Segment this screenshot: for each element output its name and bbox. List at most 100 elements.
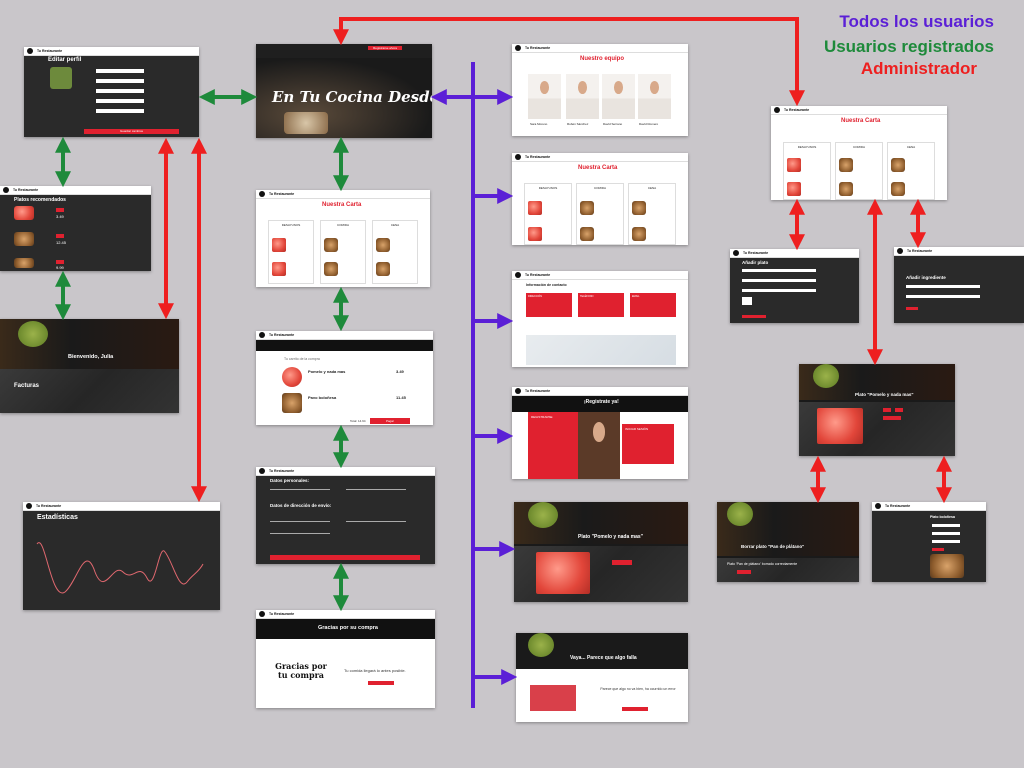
screen-thanks: Tu Restaurante Gracias por su compra Gra… xyxy=(256,610,435,708)
profile-field[interactable] xyxy=(96,109,144,113)
menu-column-title: CENA xyxy=(390,223,400,227)
cart-header: Tu carrito de la compra xyxy=(284,357,320,361)
brand-name: Tu Restaurante xyxy=(269,469,295,473)
face-icon xyxy=(539,80,550,95)
register-title: ¡Registrate ya! xyxy=(584,399,619,405)
screen-edit-profile: Tu Restaurante Editar perfil Guardar cam… xyxy=(24,47,199,137)
contact-address-box: DIRECCIÓN xyxy=(526,293,572,317)
profile-field[interactable] xyxy=(96,89,144,93)
guacamole-image xyxy=(18,321,48,347)
dish-image xyxy=(891,182,905,196)
team-member-name: David Serrano xyxy=(603,122,623,126)
delete-dish-message: Plato 'Pan de plátano' borrado correctam… xyxy=(727,562,798,566)
delete-dish-button[interactable] xyxy=(895,408,903,412)
input-line[interactable] xyxy=(346,489,406,490)
chef-photo xyxy=(578,412,620,479)
face-icon xyxy=(592,422,606,443)
dish-field[interactable] xyxy=(932,524,960,527)
team-photo xyxy=(638,74,671,119)
dish-image xyxy=(839,158,853,172)
add-ingredient-title: Añadir ingrediente xyxy=(906,275,946,280)
thanks-art: Gracias por tu compra xyxy=(275,661,327,680)
price: 12.45 xyxy=(56,240,67,245)
confirm-button[interactable] xyxy=(270,555,420,560)
input-line[interactable] xyxy=(270,533,330,534)
back-home-button[interactable] xyxy=(622,707,648,711)
add-to-cart-button[interactable] xyxy=(612,560,632,565)
dish-image xyxy=(580,227,594,241)
input-line[interactable] xyxy=(270,489,330,490)
add-button[interactable] xyxy=(56,234,64,238)
save-ingredient-button[interactable] xyxy=(906,307,918,310)
face-icon xyxy=(649,80,660,95)
team-photo xyxy=(602,74,635,119)
screen-delete-dish: Borrar plato "Pan de plátano" Plato 'Pan… xyxy=(717,502,859,582)
dish-image xyxy=(282,393,302,413)
grapefruit-image xyxy=(536,552,590,594)
brand-name: Tu Restaurante xyxy=(885,504,911,508)
register-now-button[interactable]: Registrarse ahora xyxy=(368,46,402,50)
dish-title: Plato "Pomelo y nada mas" xyxy=(855,392,914,397)
thanks-message: Tu comida llegará lo antes posible. xyxy=(344,668,406,673)
brand-logo-icon xyxy=(3,187,9,193)
dish-field[interactable] xyxy=(742,269,816,272)
contact-title: Información de contacto xyxy=(526,283,567,287)
team-title: Nuestro equipo xyxy=(580,56,625,62)
back-button[interactable] xyxy=(368,681,394,685)
edit-dish-button[interactable] xyxy=(883,408,891,412)
brand-logo-icon xyxy=(27,48,33,54)
site-map-diagram: Todos los usuarios Usuarios registrados … xyxy=(0,0,1024,768)
brand-logo-icon xyxy=(897,248,903,254)
back-button[interactable] xyxy=(737,570,751,574)
welcome-title: Bienvenido, Julia xyxy=(68,354,114,360)
ingredient-select[interactable] xyxy=(742,297,752,305)
save-dish-button[interactable] xyxy=(742,315,766,318)
screen-team: Tu Restaurante Nuestro equipo Sara Moren… xyxy=(512,44,688,136)
dish-field[interactable] xyxy=(932,532,960,535)
screen-checkout: Tu Restaurante Datos personales: Datos d… xyxy=(256,467,435,564)
add-to-cart-button[interactable] xyxy=(883,416,901,420)
add-button[interactable] xyxy=(56,208,64,212)
save-profile-button[interactable]: Guardar cambios xyxy=(84,129,179,134)
brand-name: Tu Restaurante xyxy=(525,389,551,393)
guacamole-image xyxy=(528,633,554,657)
screen-add-dish: Tu Restaurante Añadir plato xyxy=(730,249,859,323)
team-photo xyxy=(528,74,561,119)
dish-field[interactable] xyxy=(742,289,816,292)
profile-field[interactable] xyxy=(96,79,144,83)
dish-image xyxy=(376,238,390,252)
brand-name: Tu Restaurante xyxy=(269,612,295,616)
add-button[interactable] xyxy=(56,260,64,264)
map-embed[interactable] xyxy=(526,335,676,365)
brand-logo-icon xyxy=(259,332,265,338)
brand-logo-icon xyxy=(515,388,521,394)
pay-button[interactable]: Pagar xyxy=(370,418,410,424)
brand-logo-icon xyxy=(259,468,265,474)
brand-logo-icon xyxy=(733,250,739,256)
avatar xyxy=(50,67,72,89)
dish-image xyxy=(787,182,801,196)
cart-item-name: Pavo boloñesa xyxy=(308,395,337,400)
menu-column-title: DESAYUNOS xyxy=(281,223,301,227)
input-line[interactable] xyxy=(270,521,330,522)
brand-name: Tu Restaurante xyxy=(907,249,933,253)
dish-field[interactable] xyxy=(932,540,960,543)
profile-field[interactable] xyxy=(96,69,144,73)
menu-title: Nuestra Carta xyxy=(578,165,618,171)
face-icon xyxy=(577,80,588,95)
profile-field[interactable] xyxy=(96,99,144,103)
content-area xyxy=(0,369,179,413)
dish-field[interactable] xyxy=(742,279,816,282)
save-dish-button[interactable] xyxy=(932,548,944,551)
legend-all-users: Todos los usuarios xyxy=(839,12,994,31)
menu-column-title: CENA xyxy=(906,145,916,149)
dish-image xyxy=(14,206,34,220)
brand-name: Tu Restaurante xyxy=(269,192,295,196)
screen-dish-public: Plato "Pomelo y nada mas" xyxy=(514,502,688,602)
dish-image xyxy=(632,201,646,215)
screen-welcome: Bienvenido, Julia Facturas xyxy=(0,319,179,413)
ingredient-field[interactable] xyxy=(906,285,980,288)
brand-logo-icon xyxy=(515,272,521,278)
input-line[interactable] xyxy=(346,521,406,522)
ingredient-field[interactable] xyxy=(906,295,980,298)
